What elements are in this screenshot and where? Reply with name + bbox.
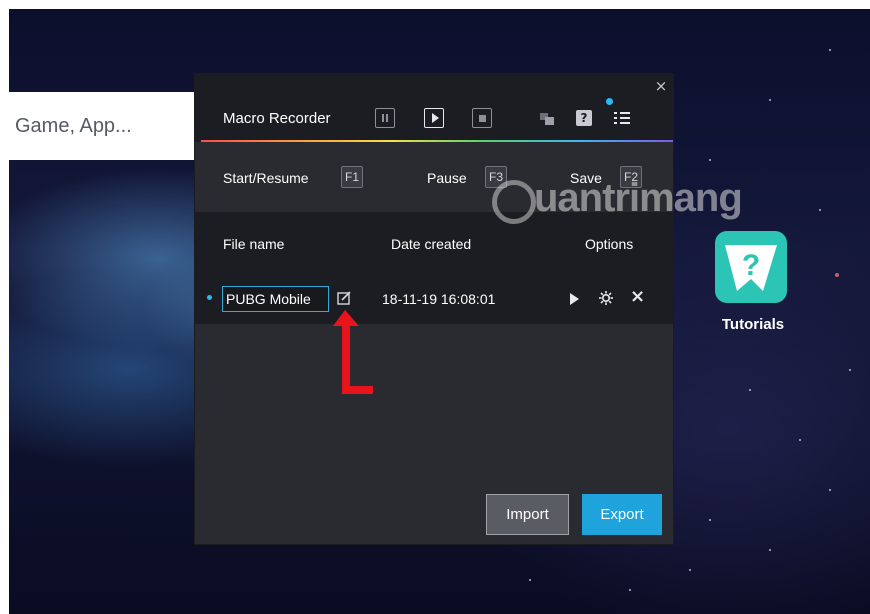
hotkey-row: Start/Resume F1 Pause F3 Save F2: [195, 142, 673, 212]
stop-button[interactable]: [472, 108, 492, 128]
import-button[interactable]: Import: [486, 494, 569, 535]
minimize-windows-icon[interactable]: [540, 113, 554, 125]
search-text: Game, App...: [15, 114, 132, 137]
pause-icon: [382, 114, 388, 122]
help-icon[interactable]: ?: [576, 110, 592, 126]
date-created-value: 18-11-19 16:08:01: [382, 291, 496, 307]
play-macro-icon[interactable]: [570, 293, 579, 305]
table-header: File name Date created Options: [195, 212, 673, 274]
search-bar[interactable]: Game, App...: [9, 92, 195, 160]
macro-recorder-window: × Macro Recorder ? Start/Resume F1 Pause…: [195, 74, 673, 544]
window-title: Macro Recorder: [223, 110, 331, 127]
delete-macro-icon[interactable]: ×: [630, 288, 645, 306]
tutorials-app-icon[interactable]: ?: [713, 229, 789, 305]
close-icon[interactable]: ×: [653, 78, 669, 94]
macro-recorder-header: × Macro Recorder ?: [195, 74, 673, 142]
play-icon: [431, 113, 439, 123]
hotkey-label-pause: Pause: [427, 170, 467, 186]
export-button[interactable]: Export: [582, 494, 662, 535]
column-file-name: File name: [223, 236, 285, 252]
play-button[interactable]: [424, 108, 444, 128]
red-arrow-annotation: [333, 310, 373, 394]
settings-gear-icon[interactable]: [598, 290, 614, 306]
selected-indicator: [207, 295, 212, 300]
hotkey-label-save: Save: [570, 170, 602, 186]
hotkey-key-pause[interactable]: F3: [485, 166, 508, 188]
notification-dot: [606, 98, 613, 105]
column-options: Options: [585, 236, 634, 252]
hotkey-key-save[interactable]: F2: [620, 166, 643, 188]
table-row[interactable]: 18-11-19 16:08:01 ×: [195, 274, 673, 324]
list-menu-icon[interactable]: [614, 110, 630, 126]
pause-button[interactable]: [375, 108, 395, 128]
svg-text:?: ?: [742, 249, 760, 282]
hotkey-label-start: Start/Resume: [223, 170, 309, 186]
tutorials-app-label[interactable]: Tutorials: [703, 316, 803, 333]
stop-icon: [478, 114, 486, 122]
file-name-input[interactable]: [222, 286, 329, 312]
hotkey-key-start[interactable]: F1: [341, 166, 364, 188]
column-date-created: Date created: [391, 236, 472, 252]
